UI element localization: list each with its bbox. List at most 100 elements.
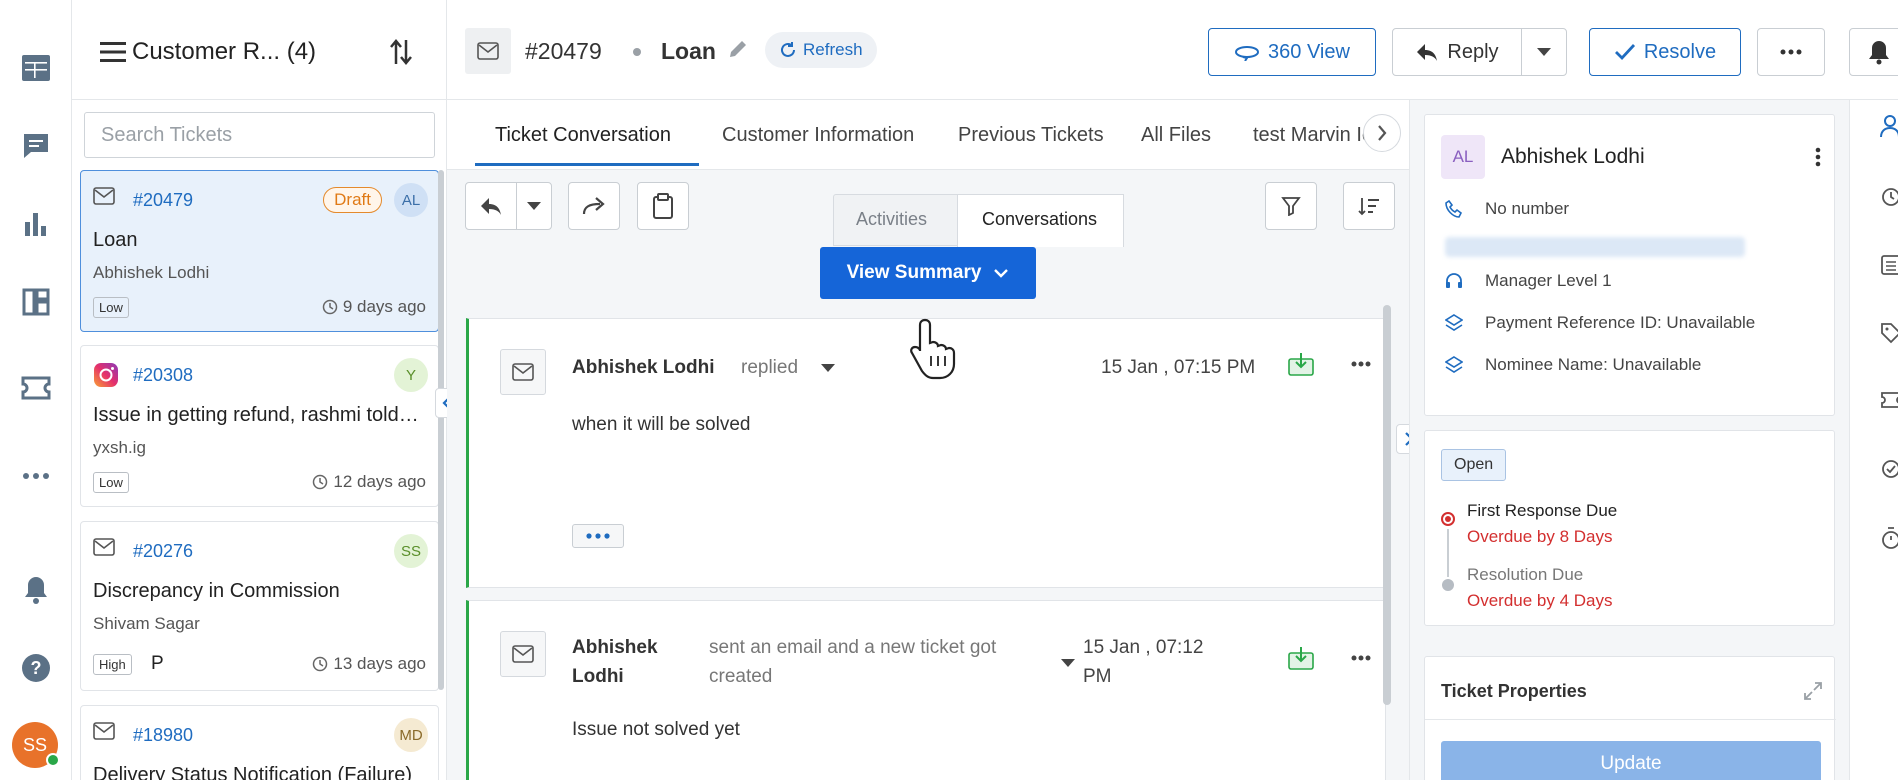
- person-icon[interactable]: [1880, 114, 1898, 138]
- tab-previous-tickets[interactable]: Previous Tickets: [958, 124, 1104, 147]
- reply-button[interactable]: Reply: [1392, 28, 1522, 76]
- expand-icon[interactable]: [1803, 681, 1823, 701]
- ticket-customer: Shivam Sagar: [93, 614, 200, 633]
- search-tickets-input[interactable]: [84, 112, 435, 158]
- tab-ticket-conversation[interactable]: Ticket Conversation: [495, 124, 671, 147]
- first-response-value: Overdue by 8 Days: [1467, 527, 1613, 546]
- ticket-age: 13 days ago: [312, 654, 426, 674]
- tab-customer-information[interactable]: Customer Information: [722, 124, 914, 147]
- message-author: Abhishek Lodhi: [572, 637, 658, 687]
- list-icon[interactable]: [1880, 254, 1898, 276]
- headset-icon: [1446, 273, 1462, 288]
- subtab-activities[interactable]: Activities: [856, 209, 927, 230]
- message-expand-chevron-icon[interactable]: [1061, 659, 1075, 667]
- sort-icon[interactable]: [390, 38, 412, 66]
- edit-pencil-icon[interactable]: [727, 38, 749, 60]
- email-icon: [93, 187, 117, 207]
- ticket-subject: Discrepancy in Commission: [93, 580, 340, 602]
- table-icon[interactable]: [18, 50, 54, 86]
- dashboard-icon[interactable]: [18, 284, 54, 320]
- clock-icon: [313, 656, 328, 672]
- ticket-id[interactable]: #20479: [133, 190, 193, 211]
- message-more-icon[interactable]: [1351, 655, 1371, 661]
- download-icon[interactable]: [1287, 351, 1315, 377]
- ticket-id[interactable]: #20308: [133, 365, 193, 386]
- customer-more-icon[interactable]: [1815, 147, 1821, 167]
- ticket-icon[interactable]: [1880, 390, 1898, 410]
- ticket-card[interactable]: #18980 MD Delivery Status Notification (…: [80, 705, 439, 780]
- ticket-id[interactable]: #20276: [133, 541, 193, 562]
- customer-role-row: Manager Level 1: [1445, 271, 1612, 291]
- customer-phone-row: No number: [1445, 199, 1569, 219]
- ticket-avatar: AL: [394, 183, 428, 217]
- more-actions-button[interactable]: [1757, 28, 1825, 76]
- chevron-down-icon: [1537, 48, 1551, 56]
- refresh-button[interactable]: Refresh: [765, 32, 877, 68]
- reply-options-chevron-icon[interactable]: [516, 182, 552, 230]
- 360-view-label: 360 View: [1268, 40, 1350, 63]
- ticket-subject: Issue in getting refund, rashmi told me …: [93, 404, 423, 426]
- ticket-card[interactable]: #20479 Draft AL Loan Abhishek Lodhi Low …: [80, 170, 439, 332]
- ticket-card[interactable]: #20308 Y Issue in getting refund, rashmi…: [80, 345, 439, 507]
- bar-chart-icon[interactable]: [18, 206, 54, 242]
- redacted-email: [1445, 237, 1745, 257]
- tab-all-files[interactable]: All Files: [1141, 124, 1211, 147]
- expand-quoted-dots-icon[interactable]: [572, 524, 624, 548]
- bell-icon[interactable]: [18, 572, 54, 608]
- right-icon-strip: [1849, 100, 1898, 780]
- reply-icon: [1417, 44, 1438, 61]
- tabs-next-chevron-icon[interactable]: [1363, 114, 1401, 152]
- resolution-value: Overdue by 4 Days: [1467, 591, 1613, 610]
- update-button[interactable]: Update: [1441, 741, 1821, 780]
- message-body: Issue not solved yet: [572, 719, 740, 740]
- ticket-list-scrollbar[interactable]: [438, 170, 444, 690]
- tag-icon[interactable]: [1880, 322, 1898, 344]
- draft-badge: Draft: [323, 187, 382, 213]
- more-icon[interactable]: [18, 458, 54, 494]
- email-icon: [93, 722, 117, 742]
- view-summary-button[interactable]: View Summary: [820, 247, 1036, 299]
- ticket-card[interactable]: #20276 SS Discrepancy in Commission Shiv…: [80, 521, 439, 691]
- resolve-button[interactable]: Resolve: [1589, 28, 1741, 76]
- ticket-avatar: SS: [394, 534, 428, 568]
- reply-icon[interactable]: [465, 182, 517, 230]
- left-nav: ? SS: [0, 0, 72, 780]
- conversation-scrollbar[interactable]: [1383, 305, 1391, 705]
- ticket-list-panel: Customer R... (4) #20479 Draft AL Loan A…: [72, 0, 459, 780]
- user-initials: SS: [22, 734, 47, 755]
- hamburger-menu-icon[interactable]: [100, 42, 126, 62]
- message-action: replied: [741, 357, 799, 378]
- resolve-label: Resolve: [1643, 40, 1717, 63]
- ticket-icon[interactable]: [18, 370, 54, 406]
- clipboard-icon[interactable]: [637, 182, 689, 230]
- chat-icon[interactable]: [18, 128, 54, 164]
- ticket-extra-tag: P: [151, 653, 164, 674]
- help-icon[interactable]: ?: [18, 650, 54, 686]
- customer-name[interactable]: Abhishek Lodhi: [1501, 145, 1645, 169]
- timer-icon[interactable]: [1880, 526, 1898, 550]
- message-more-icon[interactable]: [1351, 361, 1371, 367]
- 360-view-button[interactable]: 360 View: [1208, 28, 1376, 76]
- status-badge[interactable]: Open: [1441, 449, 1507, 481]
- subtab-conversations[interactable]: Conversations: [982, 209, 1097, 230]
- ticket-list-title[interactable]: Customer R... (4): [132, 38, 316, 66]
- priority-badge: Low: [93, 472, 129, 493]
- check-circle-icon[interactable]: [1880, 458, 1898, 480]
- customer-phone: No number: [1485, 199, 1570, 218]
- ticket-properties-title: Ticket Properties: [1441, 681, 1587, 701]
- notifications-button[interactable]: [1849, 28, 1898, 76]
- ticket-id[interactable]: #18980: [133, 725, 193, 746]
- filter-icon[interactable]: [1265, 182, 1317, 230]
- sort-lines-icon[interactable]: [1343, 182, 1395, 230]
- tab-custom[interactable]: test Marvin Ic: [1253, 124, 1371, 147]
- reply-dropdown-button[interactable]: [1521, 28, 1567, 76]
- timeline-line: [1447, 529, 1449, 577]
- download-icon[interactable]: [1287, 645, 1315, 671]
- forward-icon[interactable]: [568, 182, 620, 230]
- message-expand-chevron-icon[interactable]: [821, 364, 835, 372]
- ticket-avatar: Y: [394, 358, 428, 392]
- history-icon[interactable]: [1880, 186, 1898, 208]
- message-time: 15 Jan , 07:15 PM: [1101, 357, 1256, 378]
- ticket-id: #20479: [525, 38, 602, 64]
- ticket-subject: Loan: [93, 229, 138, 251]
